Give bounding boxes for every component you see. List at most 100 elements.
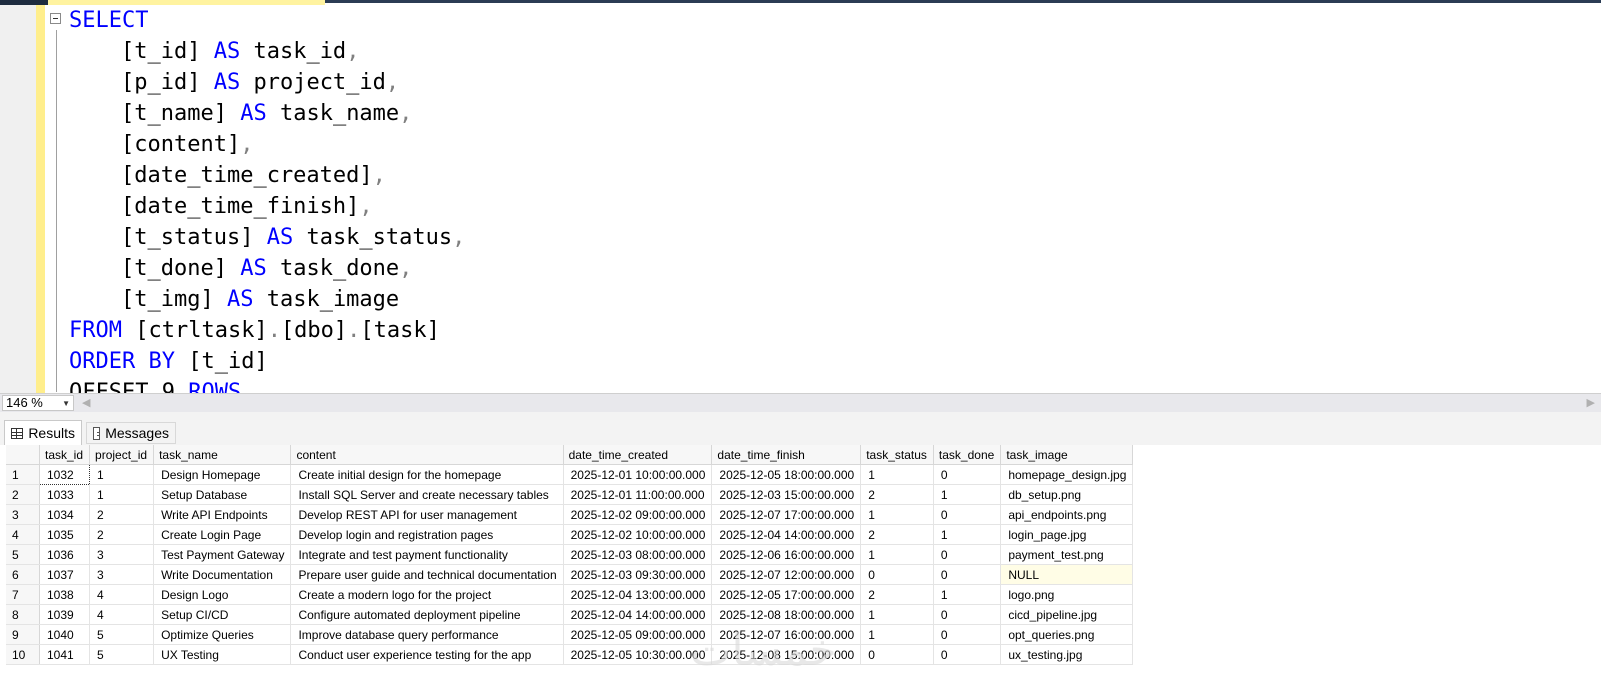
table-row[interactable]: 6 1037 3 Write Documentation Prepare user gu… (6, 564, 1134, 585)
row-number[interactable]: 5 (6, 544, 40, 565)
cell-project_id[interactable]: 1 (89, 484, 155, 505)
row-number[interactable]: 1 (6, 464, 40, 485)
column-header-task_name[interactable]: task_name (153, 445, 292, 465)
cell-task_done[interactable]: 0 (933, 504, 1002, 525)
cell-date_time_created[interactable]: 2025-12-04 14:00:00.000 (563, 604, 713, 625)
query-editor[interactable]: SELECT [t_id] AS task_id, [p_id] AS projec… (0, 5, 1601, 393)
table-row[interactable]: 2 1033 1 Setup Database Install SQL Server a… (6, 484, 1134, 505)
column-header-date_time_finish[interactable]: date_time_finish (711, 445, 862, 465)
cell-task_image[interactable]: db_setup.png (1000, 484, 1134, 505)
table-row[interactable]: 5 1036 3 Test Payment Gateway Integrate and … (6, 544, 1134, 565)
cell-date_time_finish[interactable]: 2025-12-05 17:00:00.000 (711, 584, 862, 605)
column-header-task_done[interactable]: task_done (933, 445, 1002, 465)
cell-project_id[interactable]: 5 (89, 624, 155, 645)
cell-task_image[interactable]: NULL (1000, 564, 1134, 585)
cell-project_id[interactable]: 4 (89, 584, 155, 605)
code-line[interactable]: [t_name] AS task_name, (69, 98, 465, 129)
zoom-dropdown[interactable]: 146 % ▼ (2, 395, 74, 411)
cell-date_time_finish[interactable]: 2025-12-04 14:00:00.000 (711, 524, 862, 545)
cell-date_time_created[interactable]: 2025-12-03 08:00:00.000 (563, 544, 713, 565)
code-line[interactable]: [date_time_finish], (69, 191, 465, 222)
cell-task_status[interactable]: 1 (860, 464, 934, 485)
cell-task_id[interactable]: 1032 (38, 464, 91, 485)
cell-task_done[interactable]: 0 (933, 564, 1002, 585)
cell-task_name[interactable]: UX Testing (153, 644, 292, 665)
cell-task_status[interactable]: 2 (860, 584, 934, 605)
cell-task_id[interactable]: 1040 (39, 624, 91, 645)
column-header-project_id[interactable]: project_id (89, 445, 155, 465)
cell-content[interactable]: Create a modern logo for the project (290, 584, 564, 605)
cell-task_done[interactable]: 1 (933, 524, 1002, 545)
column-header-task_status[interactable]: task_status (860, 445, 934, 465)
code-line[interactable]: SELECT (69, 5, 465, 36)
cell-date_time_created[interactable]: 2025-12-04 13:00:00.000 (563, 584, 713, 605)
cell-task_done[interactable]: 0 (933, 644, 1002, 665)
cell-task_image[interactable]: logo.png (1000, 584, 1134, 605)
cell-task_status[interactable]: 2 (860, 484, 934, 505)
cell-task_id[interactable]: 1039 (39, 604, 91, 625)
cell-task_image[interactable]: homepage_design.jpg (1000, 464, 1134, 485)
cell-task_status[interactable]: 0 (860, 644, 934, 665)
cell-project_id[interactable]: 2 (89, 504, 155, 525)
table-row[interactable]: 8 1039 4 Setup CI/CD Configure automated dep… (6, 604, 1134, 625)
cell-date_time_created[interactable]: 2025-12-03 09:30:00.000 (563, 564, 713, 585)
cell-project_id[interactable]: 2 (89, 524, 155, 545)
cell-task_done[interactable]: 1 (933, 584, 1002, 605)
cell-task_done[interactable]: 1 (933, 484, 1002, 505)
cell-task_image[interactable]: opt_queries.png (1000, 624, 1134, 645)
row-number[interactable]: 2 (6, 484, 40, 505)
cell-task_status[interactable]: 1 (860, 544, 934, 565)
cell-date_time_created[interactable]: 2025-12-01 11:00:00.000 (563, 484, 713, 505)
chevron-down-icon[interactable]: ▼ (62, 396, 70, 411)
cell-content[interactable]: Create initial design for the homepage (290, 464, 564, 485)
cell-task_done[interactable]: 0 (933, 544, 1002, 565)
column-header-date_time_created[interactable]: date_time_created (563, 445, 713, 465)
cell-task_done[interactable]: 0 (933, 464, 1002, 485)
cell-task_id[interactable]: 1037 (39, 564, 91, 585)
table-row[interactable]: 1 1032 1 Design Homepage Create initial desi… (6, 464, 1134, 485)
cell-task_id[interactable]: 1036 (39, 544, 91, 565)
code-line[interactable]: [t_id] AS task_id, (69, 36, 465, 67)
row-number[interactable]: 6 (6, 564, 40, 585)
row-number[interactable]: 10 (6, 644, 40, 665)
cell-content[interactable]: Prepare user guide and technical documen… (290, 564, 564, 585)
cell-task_name[interactable]: Write Documentation (153, 564, 292, 585)
row-number[interactable]: 3 (6, 504, 40, 525)
cell-date_time_finish[interactable]: 2025-12-05 18:00:00.000 (711, 464, 862, 485)
cell-task_status[interactable]: 1 (860, 604, 934, 625)
cell-date_time_created[interactable]: 2025-12-02 10:00:00.000 (563, 524, 713, 545)
cell-project_id[interactable]: 3 (89, 544, 155, 565)
cell-task_image[interactable]: api_endpoints.png (1000, 504, 1134, 525)
cell-project_id[interactable]: 3 (89, 564, 155, 585)
cell-task_id[interactable]: 1034 (39, 504, 91, 525)
cell-task_id[interactable]: 1038 (39, 584, 91, 605)
code-line[interactable]: [t_done] AS task_done, (69, 253, 465, 284)
cell-content[interactable]: Install SQL Server and create necessary … (290, 484, 564, 505)
cell-content[interactable]: Develop REST API for user management (290, 504, 564, 525)
cell-task_status[interactable]: 0 (860, 564, 934, 585)
cell-date_time_created[interactable]: 2025-12-01 10:00:00.000 (563, 464, 713, 485)
code-line[interactable]: [content], (69, 129, 465, 160)
cell-task_id[interactable]: 1033 (39, 484, 91, 505)
cell-project_id[interactable]: 4 (89, 604, 155, 625)
code-line[interactable]: [t_img] AS task_image (69, 284, 465, 315)
cell-date_time_finish[interactable]: 2025-12-06 16:00:00.000 (711, 544, 862, 565)
cell-content[interactable]: Develop login and registration pages (290, 524, 564, 545)
cell-task_status[interactable]: 1 (860, 504, 934, 525)
sql-code[interactable]: SELECT [t_id] AS task_id, [p_id] AS projec… (69, 5, 465, 393)
row-number[interactable]: 9 (6, 624, 40, 645)
cell-date_time_finish[interactable]: 2025-12-07 12:00:00.000 (711, 564, 862, 585)
cell-task_name[interactable]: Create Login Page (153, 524, 292, 545)
cell-content[interactable]: Integrate and test payment functionality (290, 544, 564, 565)
cell-task_name[interactable]: Write API Endpoints (153, 504, 292, 525)
cell-date_time_created[interactable]: 2025-12-02 09:00:00.000 (563, 504, 713, 525)
cell-content[interactable]: Conduct user experience testing for the … (290, 644, 564, 665)
table-row[interactable]: 9 1040 5 Optimize Queries Improve database q… (6, 624, 1134, 645)
column-header-content[interactable]: content (290, 445, 564, 465)
cell-project_id[interactable]: 5 (89, 644, 155, 665)
cell-content[interactable]: Improve database query performance (290, 624, 564, 645)
code-line[interactable]: [t_status] AS task_status, (69, 222, 465, 253)
column-header-task_id[interactable]: task_id (39, 445, 91, 465)
cell-task_name[interactable]: Optimize Queries (153, 624, 292, 645)
cell-task_name[interactable]: Test Payment Gateway (153, 544, 292, 565)
